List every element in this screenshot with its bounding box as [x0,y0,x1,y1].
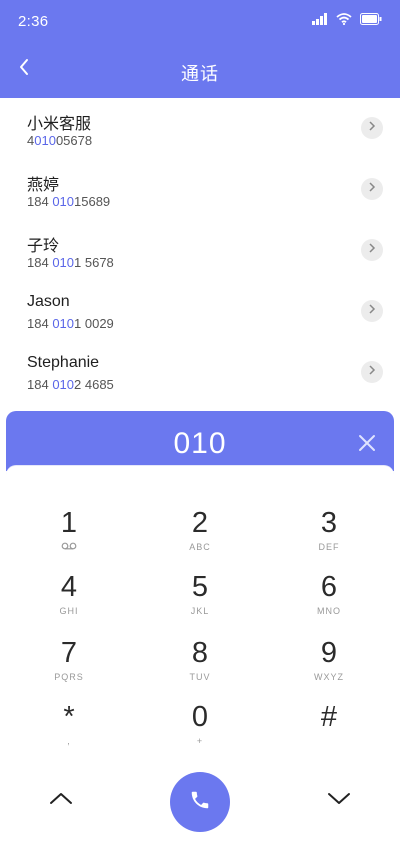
key-digit: 7 [60,637,78,669]
key-letters: WXYZ [314,672,344,682]
contact-detail-button[interactable] [361,300,383,322]
key-letters: ABC [189,542,211,552]
key-digit: # [320,701,338,733]
dial-key-4[interactable]: 4 GHI [14,570,124,628]
number-match: 010 [52,377,75,392]
dial-key-star[interactable]: * , [14,700,124,758]
key-digit: * [63,701,75,733]
status-icons [312,12,382,30]
dial-key-5[interactable]: 5 JKL [145,570,255,628]
close-icon [356,435,378,458]
number-prefix: 184 [27,377,53,392]
dial-key-0[interactable]: 0 + [145,700,255,758]
contact-name: Stephanie [27,354,100,371]
dial-key-2[interactable]: 2 ABC [145,506,255,564]
contact-number: 184 0101 5678 [27,255,114,270]
key-digit: 5 [191,571,209,603]
dial-key-7[interactable]: 7 PQRS [14,636,124,694]
status-time: 2:36 [18,13,49,30]
dialed-number: 010 [173,427,227,460]
number-match: 010 [34,133,56,148]
key-digit: 6 [320,571,338,603]
dial-key-3[interactable]: 3 DEF [274,506,384,564]
number-prefix: 184 [27,255,53,270]
contact-name: Jason [27,293,70,310]
signal-icon [312,12,328,30]
page-title: 通话 [181,64,219,84]
dial-key-8[interactable]: 8 TUV [145,636,255,694]
list-item[interactable]: 小米客服 401005678 [0,98,400,159]
number-suffix: 15689 [74,194,111,209]
status-bar: 2:36 [0,0,400,42]
key-letters: PQRS [54,672,84,682]
key-digit: 1 [60,507,78,539]
key-letters: JKL [190,606,210,616]
chevron-right-icon [368,241,376,259]
contact-detail-button[interactable] [361,178,383,200]
nav-bar: 通话 [0,50,400,90]
collapse-up-button[interactable] [43,788,79,812]
key-letters: TUV [189,672,211,682]
key-letters: MNO [317,606,341,616]
dial-key-hash[interactable]: # [274,700,384,758]
contact-number: 184 0101 0029 [27,316,114,331]
number-prefix: 184 [27,316,53,331]
number-match: 010 [52,316,75,331]
list-item[interactable]: 燕婷 184 01015689 [0,159,400,220]
dial-key-9[interactable]: 9 WXYZ [274,636,384,694]
phone-icon [189,789,211,816]
collapse-down-button[interactable] [321,788,357,812]
number-match: 010 [52,255,75,270]
app-header: 2:36 通话 [0,0,400,98]
key-digit: 2 [191,507,209,539]
key-letters: GHI [59,606,79,616]
number-suffix: 05678 [55,133,93,148]
contact-detail-button[interactable] [361,239,383,261]
dial-key-1[interactable]: 1 [14,506,124,564]
key-digit: 0 [191,701,209,733]
chevron-up-icon [49,791,73,810]
number-suffix: 2 4685 [74,377,114,392]
chevron-down-icon [327,791,351,810]
voicemail-icon [14,542,124,554]
contact-detail-button[interactable] [361,361,383,383]
contact-name: 子玲 [27,238,60,255]
number-suffix: 1 0029 [74,316,114,331]
chevron-right-icon [368,119,376,137]
key-letters: + [196,736,204,746]
list-item[interactable]: Jason 184 0101 0029 [0,281,400,342]
wifi-icon [336,12,352,30]
contact-number: 401005678 [27,133,92,148]
key-digit: 3 [320,507,338,539]
dialpad-keys: 1 2 ABC 3 DEF 4 GHI 5 JKL 6 MNO 7 PQRS 8… [6,465,394,840]
chevron-right-icon [368,363,376,381]
contact-name: 小米客服 [27,116,92,133]
chevron-right-icon [368,302,376,320]
list-item[interactable]: Stephanie 184 0102 4685 [0,342,400,403]
battery-icon [360,12,382,30]
contact-detail-button[interactable] [361,117,383,139]
number-match: 010 [52,194,75,209]
key-letters: , [67,736,71,746]
number-prefix: 184 [27,194,53,209]
contact-number: 184 01015689 [27,194,110,209]
dial-display: 010 [6,411,394,471]
chevron-right-icon [368,180,376,198]
number-suffix: 1 5678 [74,255,114,270]
key-digit: 8 [191,637,209,669]
contact-number: 184 0102 4685 [27,377,114,392]
contact-list: 小米客服 401005678 燕婷 184 01015689 子玲 184 01… [0,98,400,403]
key-digit: 9 [320,637,338,669]
key-letters: DEF [318,542,340,552]
contact-name: 燕婷 [27,177,60,194]
call-button[interactable] [170,772,230,832]
list-item[interactable]: 子玲 184 0101 5678 [0,220,400,281]
clear-button[interactable] [356,432,378,454]
key-letters [274,736,384,748]
key-digit: 4 [60,571,78,603]
dial-key-6[interactable]: 6 MNO [274,570,384,628]
